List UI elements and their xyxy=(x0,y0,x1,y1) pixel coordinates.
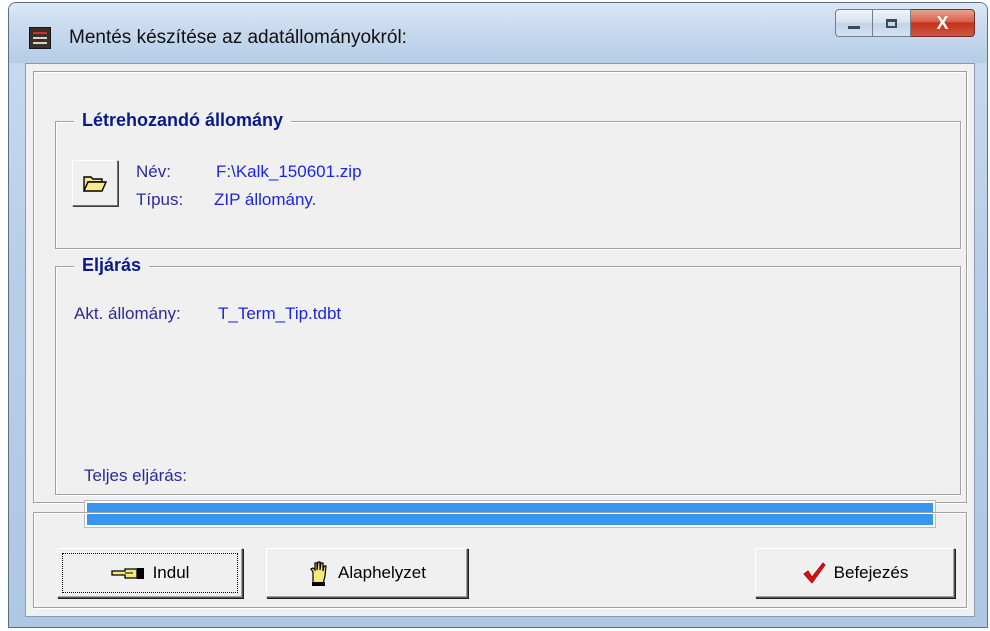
name-value: F:\Kalk_150601.zip xyxy=(216,162,362,181)
folder-open-icon xyxy=(82,176,108,192)
finish-button[interactable]: Befejezés xyxy=(755,548,955,598)
finish-button-label: Befejezés xyxy=(833,563,909,582)
close-icon: X xyxy=(936,12,949,33)
output-file-legend: Létrehozandó állomány xyxy=(74,110,292,131)
start-button[interactable]: Indul xyxy=(57,548,243,598)
reset-button[interactable]: Alaphelyzet xyxy=(266,548,468,598)
type-label: Típus: xyxy=(136,190,184,209)
minimize-button[interactable] xyxy=(835,9,873,37)
title-bar[interactable]: Mentés készítése az adatállományokról: X xyxy=(9,3,987,63)
total-progress-label: Teljes eljárás: xyxy=(84,466,187,485)
procedure-group: Eljárás Akt. állomány: T_Term_Tip.tdbt T… xyxy=(55,255,961,528)
name-label: Név: xyxy=(136,162,171,181)
maximize-button[interactable] xyxy=(873,9,911,37)
close-button[interactable]: X xyxy=(911,9,975,37)
dialog-window: Mentés készítése az adatállományokról: X… xyxy=(8,2,988,628)
type-value: ZIP állomány. xyxy=(214,190,317,209)
main-panel: Létrehozandó állomány Név: F:\Kalk_15060… xyxy=(33,71,967,528)
minimize-icon xyxy=(848,25,860,29)
raised-hand-icon xyxy=(310,561,327,586)
caption-buttons: X xyxy=(835,9,975,43)
maximize-icon xyxy=(886,18,897,28)
browse-folder-button[interactable] xyxy=(72,160,118,206)
app-icon[interactable] xyxy=(29,27,51,49)
checkmark-icon xyxy=(803,562,826,584)
dialog-client-area: Létrehozandó állomány Név: F:\Kalk_15060… xyxy=(25,63,975,617)
button-panel: Indul Alaphelyzet Befejezés xyxy=(33,512,967,608)
pointing-hand-icon xyxy=(110,568,144,579)
start-button-label: Indul xyxy=(152,563,190,582)
procedure-legend: Eljárás xyxy=(74,255,150,276)
current-file-value: T_Term_Tip.tdbt xyxy=(218,304,342,323)
current-file-label: Akt. állomány: xyxy=(74,304,181,323)
window-title: Mentés készítése az adatállományokról: xyxy=(69,27,407,48)
output-file-group: Létrehozandó állomány Név: F:\Kalk_15060… xyxy=(55,110,961,249)
reset-button-label: Alaphelyzet xyxy=(338,563,426,582)
